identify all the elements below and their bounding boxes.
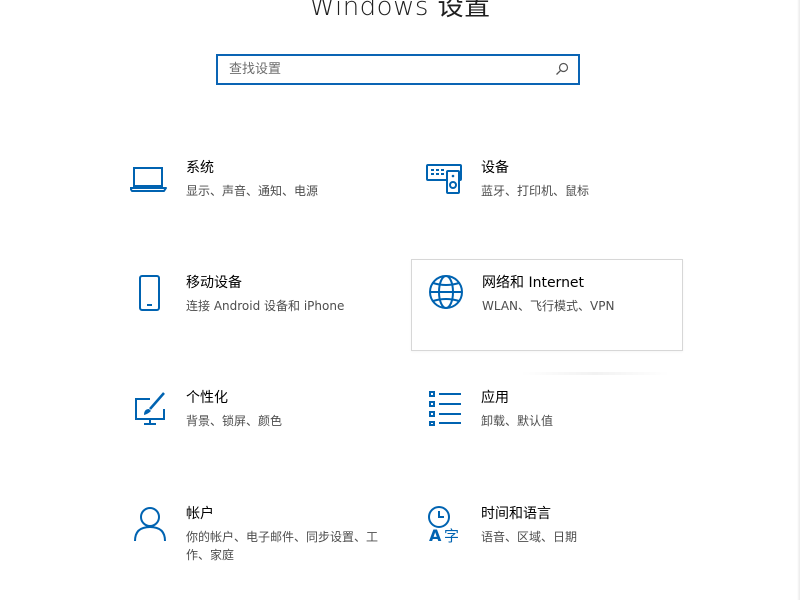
app-list-icon [425,387,465,427]
tile-time-language[interactable]: A 字 时间和语言 语音、区域、日期 [411,491,683,583]
tile-apps[interactable]: 应用 卸载、默认值 [411,375,683,467]
globe-icon [426,272,466,312]
person-icon [130,503,170,543]
search-icon[interactable] [555,62,569,76]
tile-description: WLAN、飞行模式、VPN [482,299,615,313]
tile-description: 语音、区域、日期 [481,530,578,544]
tile-phone[interactable]: 移动设备 连接 Android 设备和 iPhone [116,260,388,352]
paint-monitor-icon [130,387,170,427]
tile-title: 时间和语言 [481,506,551,522]
tile-title: 系统 [186,160,214,176]
tile-title: 个性化 [186,390,228,406]
search-box[interactable] [216,54,580,85]
tile-network[interactable]: 网络和 Internet WLAN、飞行模式、VPN [411,259,683,351]
tile-title: 应用 [481,390,509,406]
tile-title: 移动设备 [186,275,242,291]
laptop-icon [130,157,170,197]
page-title: Windows 设置 [309,0,491,22]
tile-description: 蓝牙、打印机、鼠标 [481,184,590,198]
settings-window: Windows 设置 系统 显示、声音、通知、电源 [0,0,800,600]
tile-devices[interactable]: 设备 蓝牙、打印机、鼠标 [411,145,683,237]
tile-description: 连接 Android 设备和 iPhone [186,299,345,313]
tile-personalization[interactable]: 个性化 背景、锁屏、颜色 [116,375,388,467]
tile-description: 显示、声音、通知、电源 [186,184,319,198]
tile-title: 设备 [481,160,509,176]
svg-text:A: A [429,526,442,543]
phone-icon [130,272,170,312]
tile-description: 背景、锁屏、颜色 [186,414,283,428]
tile-title: 网络和 Internet [482,275,585,291]
tile-description: 卸载、默认值 [481,414,554,428]
tile-system[interactable]: 系统 显示、声音、通知、电源 [116,145,388,237]
tile-accounts[interactable]: 帐户 你的帐户、电子邮件、同步设置、工作、家庭 [116,491,388,583]
tile-description: 你的帐户、电子邮件、同步设置、工作、家庭 [186,530,379,562]
time-language-icon: A 字 [425,503,465,543]
tile-title: 帐户 [186,506,214,522]
search-input[interactable] [218,56,559,83]
svg-text:字: 字 [444,527,459,543]
keyboard-speaker-icon [425,157,465,197]
